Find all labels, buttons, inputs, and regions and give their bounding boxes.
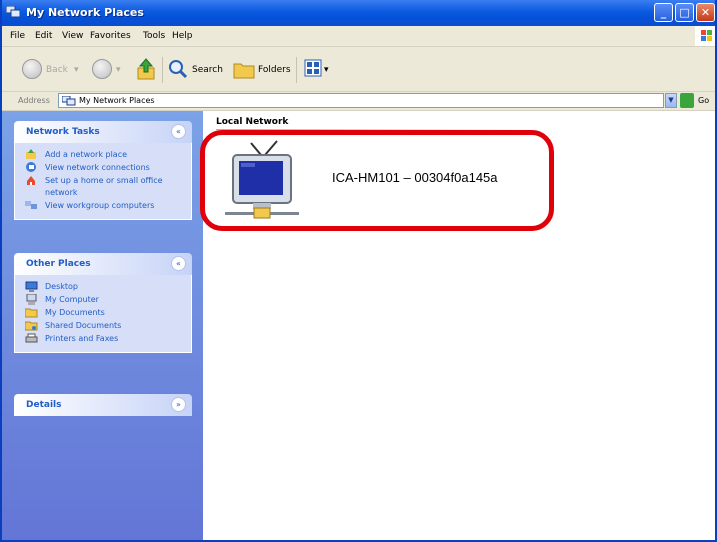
address-label: Address [18,96,50,105]
folders-button-label[interactable]: Folders [258,65,291,75]
place-my-computer[interactable]: My Computer [15,294,191,306]
task-pane: Network Tasks « Add a network place View… [2,111,203,540]
menu-file[interactable]: File [10,31,25,41]
folders-icon[interactable] [233,59,255,79]
place-my-documents[interactable]: My Documents [15,307,191,319]
place-printers-faxes[interactable]: Printers and Faxes [15,333,191,345]
toolbar-separator [296,57,297,83]
my-documents-icon [25,308,38,318]
forward-arrow-icon[interactable] [92,59,112,79]
go-button-label[interactable]: Go [698,96,709,105]
details-header[interactable]: Details » [14,394,192,416]
collapse-chevron-icon[interactable]: « [171,256,186,271]
network-connections-icon [26,162,36,172]
menu-view[interactable]: View [62,31,83,41]
close-button[interactable]: ✕ [696,3,715,22]
address-dropdown-icon[interactable]: ▼ [665,93,677,108]
maximize-button[interactable]: □ [675,3,694,22]
details-title: Details [26,400,62,410]
toolbar-separator [162,57,163,83]
window-title: My Network Places [26,6,144,19]
standard-toolbar: Back ▾ ▾ Search Folders ▾ [2,47,715,92]
views-dropdown-icon[interactable]: ▾ [324,65,329,75]
network-places-icon [6,6,20,18]
menu-favorites[interactable]: Favorites [90,31,131,41]
menu-bar: File Edit View Favorites Tools Help [2,26,715,47]
explorer-window: My Network Places _ □ ✕ File Edit View Fav… [0,0,717,542]
place-shared-documents[interactable]: Shared Documents [15,320,191,332]
details-panel: Details » [14,394,192,416]
network-tasks-panel: Network Tasks « Add a network place View… [14,121,192,220]
forward-dropdown-icon[interactable]: ▾ [116,65,121,75]
add-network-place-icon [26,149,36,159]
network-places-icon [62,96,76,106]
address-bar: Address My Network Places ▼ Go [2,92,715,111]
collapse-chevron-icon[interactable]: « [171,124,186,139]
address-input[interactable]: My Network Places [58,93,664,108]
menu-edit[interactable]: Edit [35,31,52,41]
other-places-title: Other Places [26,259,91,269]
menu-tools[interactable]: Tools [143,31,165,41]
expand-chevron-icon[interactable]: » [171,397,186,412]
task-setup-network[interactable]: Set up a home or small office network [15,175,185,199]
up-folder-icon[interactable] [136,58,156,80]
desktop-icon [25,281,38,292]
minimize-button[interactable]: _ [654,3,673,22]
search-icon[interactable] [168,59,188,79]
address-value: My Network Places [79,96,155,105]
workgroup-icon [25,201,37,209]
network-tasks-title: Network Tasks [26,127,100,137]
views-icon[interactable] [304,59,322,77]
title-bar[interactable]: My Network Places _ □ ✕ [2,0,715,26]
back-arrow-icon[interactable] [22,59,42,79]
other-places-panel: Other Places « Desktop My Computer My Do… [14,253,192,353]
task-add-network-place[interactable]: Add a network place [15,149,191,161]
windows-logo-icon [695,26,715,46]
task-view-network-connections[interactable]: View network connections [15,162,191,174]
other-places-header[interactable]: Other Places « [14,253,192,275]
search-button-label[interactable]: Search [192,65,223,75]
go-arrow-icon[interactable] [680,93,694,108]
place-desktop[interactable]: Desktop [15,281,191,293]
back-dropdown-icon[interactable]: ▾ [74,65,79,75]
my-computer-icon [26,294,37,305]
setup-network-icon [27,176,35,185]
shared-documents-icon [25,321,38,331]
printers-faxes-icon [25,333,38,343]
red-highlight-annotation [200,130,554,231]
task-view-workgroup-computers[interactable]: View workgroup computers [15,200,191,212]
network-tasks-header[interactable]: Network Tasks « [14,121,192,143]
menu-help[interactable]: Help [172,31,193,41]
back-button-label[interactable]: Back [46,65,68,75]
group-header-local-network: Local Network [216,117,289,127]
